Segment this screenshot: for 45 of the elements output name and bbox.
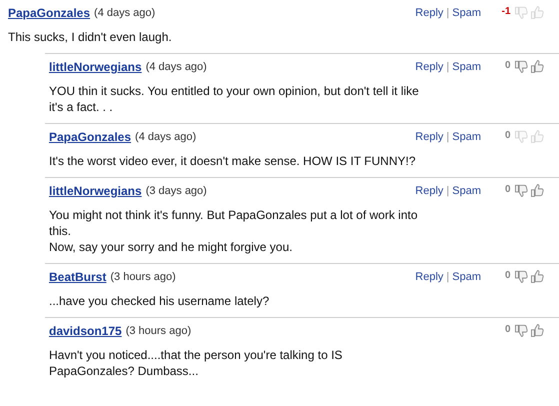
reply-link[interactable]: Reply	[415, 7, 444, 19]
thumbs-up-icon[interactable]	[530, 57, 545, 76]
separator: |	[446, 131, 450, 143]
thumbs-up-icon[interactable]	[530, 267, 545, 286]
spam-link[interactable]: Spam	[452, 185, 481, 197]
separator: |	[446, 185, 450, 197]
separator: |	[446, 7, 450, 19]
vote-score: 0	[504, 60, 511, 73]
thumbs-up-icon[interactable]	[530, 127, 545, 146]
username-link[interactable]: BeatBurst	[49, 270, 106, 284]
separator: |	[446, 271, 450, 283]
timestamp: (3 hours ago)	[126, 325, 192, 337]
comment-text: You might not think it's funny. But PapaGonzales put a lot of work into this. Now, say your sorry and he might forgive you.	[49, 207, 419, 255]
reply-link[interactable]: Reply	[415, 131, 444, 143]
vote-score: 0	[504, 130, 511, 143]
timestamp: (4 days ago)	[135, 131, 196, 143]
comment-text: Havn't you noticed....that the person you're talking to IS PapaGonzales? Dumbass...	[49, 347, 344, 379]
vote-score: -1	[500, 6, 511, 19]
reply-link[interactable]: Reply	[415, 61, 444, 73]
vote-score: 0	[504, 184, 511, 197]
vote-score: 0	[504, 324, 511, 337]
timestamp: (4 days ago)	[146, 61, 207, 73]
vote-score: 0	[504, 270, 511, 283]
thumbs-up-icon[interactable]	[530, 3, 545, 22]
comment-text: YOU thin it sucks. You entitled to your own opinion, but don't tell it like it's a fact. . .	[49, 83, 420, 115]
username-link[interactable]: PapaGonzales	[8, 6, 90, 20]
spam-link[interactable]: Spam	[452, 7, 481, 19]
reply-link[interactable]: Reply	[415, 185, 444, 197]
spam-link[interactable]: Spam	[452, 131, 481, 143]
username-link[interactable]: littleNorwegians	[49, 184, 142, 198]
timestamp: (3 days ago)	[146, 185, 207, 197]
timestamp: (3 hours ago)	[110, 271, 176, 283]
comment-text: This sucks, I didn't even laugh.	[8, 29, 173, 45]
username-link[interactable]: davidson175	[49, 324, 122, 338]
spam-link[interactable]: Spam	[452, 61, 481, 73]
thumbs-up-icon[interactable]	[530, 181, 545, 200]
username-link[interactable]: littleNorwegians	[49, 60, 142, 74]
comment-text: ...have you checked his username lately?	[49, 293, 270, 309]
separator: |	[446, 61, 450, 73]
spam-link[interactable]: Spam	[452, 271, 481, 283]
thumbs-up-icon[interactable]	[530, 321, 545, 340]
username-link[interactable]: PapaGonzales	[49, 130, 132, 144]
comment-text: It's the worst video ever, it doesn't make sense. HOW IS IT FUNNY!?	[49, 153, 416, 169]
timestamp: (4 days ago)	[94, 7, 156, 19]
reply-link[interactable]: Reply	[415, 271, 444, 283]
